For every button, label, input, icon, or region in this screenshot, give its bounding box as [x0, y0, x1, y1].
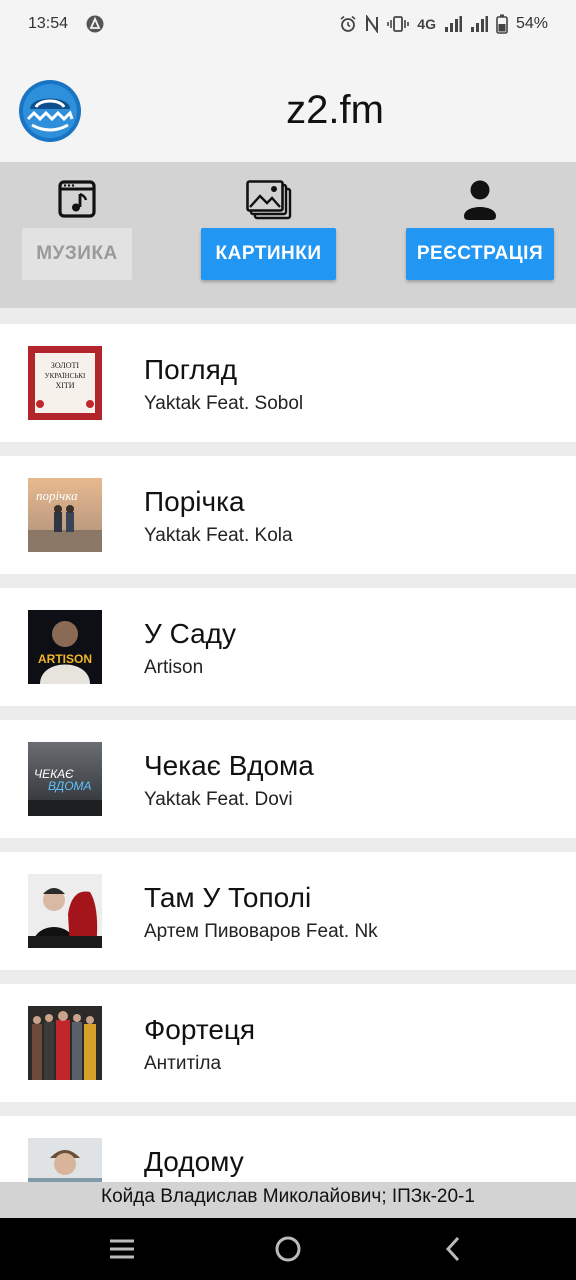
status-time: 13:54: [28, 15, 69, 32]
list-item[interactable]: Там У Тополі Артем Пивоваров Feat. Nk: [0, 852, 576, 970]
list-item[interactable]: ARTISON У Саду Artison: [0, 588, 576, 706]
song-title: Там У Тополі: [144, 882, 312, 913]
song-artist: Yaktak Feat. Kola: [144, 525, 293, 546]
author-footer: Койда Владислав Миколайович; ІПЗк-20-1: [0, 1182, 576, 1218]
album-cover: порічка: [28, 478, 102, 552]
cover-text-line: ВДОМА: [48, 779, 92, 793]
alarm-icon: [339, 15, 357, 33]
list-item[interactable]: порічка Порічка Yaktak Feat. Kola: [0, 456, 576, 574]
album-cover: ЧЕКАЄ ВДОМА: [28, 742, 102, 816]
cover-text-line: ХІТИ: [55, 381, 74, 390]
pictures-button[interactable]: КАРТИНКИ: [201, 228, 336, 280]
music-button[interactable]: МУЗИКА: [22, 228, 132, 280]
song-artist: Антитіла: [144, 1053, 222, 1074]
network-type: 4G: [417, 16, 436, 32]
album-cover: ARTISON: [28, 610, 102, 684]
song-artist: Артем Пивоваров Feat. Nk: [144, 921, 378, 942]
list-item[interactable]: Фортеця Антитіла: [0, 984, 576, 1102]
menu-icon[interactable]: [106, 1234, 138, 1264]
song-artist: Yaktak Feat. Sobol: [144, 393, 304, 414]
pictures-icon: [246, 180, 292, 225]
album-cover: [28, 1006, 102, 1080]
battery-icon: [496, 14, 508, 34]
status-bar: 13:54 4G 54%: [0, 0, 576, 48]
album-cover: [28, 874, 102, 948]
music-icon: [58, 180, 96, 223]
song-title: Фортеця: [144, 1014, 256, 1045]
vibrate-icon: [387, 15, 410, 33]
song-title: Додому: [144, 1146, 244, 1177]
song-title: Порічка: [144, 486, 245, 517]
list-item[interactable]: ЗОЛОТІ УКРАЇНСЬКІ ХІТИ Погляд Yaktak Fea…: [0, 324, 576, 442]
app-header: z2.fm: [0, 48, 576, 162]
user-icon: [462, 180, 498, 225]
system-nav-bar: [0, 1218, 576, 1280]
back-icon[interactable]: [438, 1234, 470, 1264]
cover-text: порічка: [36, 488, 78, 503]
signal-icon: [444, 15, 462, 33]
song-list: ЗОЛОТІ УКРАЇНСЬКІ ХІТИ Погляд Yaktak Fea…: [0, 324, 576, 1248]
app-notification-icon: [86, 15, 104, 33]
home-icon[interactable]: [272, 1234, 304, 1264]
register-button[interactable]: РЕЄСТРАЦІЯ: [406, 228, 554, 280]
song-artist: Yaktak Feat. Dovi: [144, 789, 293, 810]
song-title: Чекає Вдома: [144, 750, 314, 781]
cover-text-line: ЗОЛОТІ: [51, 361, 79, 370]
nfc-icon: [365, 15, 379, 33]
cover-text: ARTISON: [38, 652, 92, 666]
song-title: У Саду: [144, 618, 237, 649]
nav-panel: МУЗИКА КАРТИНКИ РЕЄСТРАЦІЯ: [0, 162, 576, 308]
signal-icon-2: [470, 15, 488, 33]
song-artist: Artison: [144, 657, 204, 678]
battery-level: 54%: [515, 15, 548, 32]
list-item[interactable]: ЧЕКАЄ ВДОМА Чекає Вдома Yaktak Feat. Dov…: [0, 720, 576, 838]
cover-text-line: УКРАЇНСЬКІ: [45, 372, 86, 380]
song-title: Погляд: [144, 354, 238, 385]
app-title: z2.fm: [286, 88, 384, 132]
album-cover: ЗОЛОТІ УКРАЇНСЬКІ ХІТИ: [28, 346, 102, 420]
